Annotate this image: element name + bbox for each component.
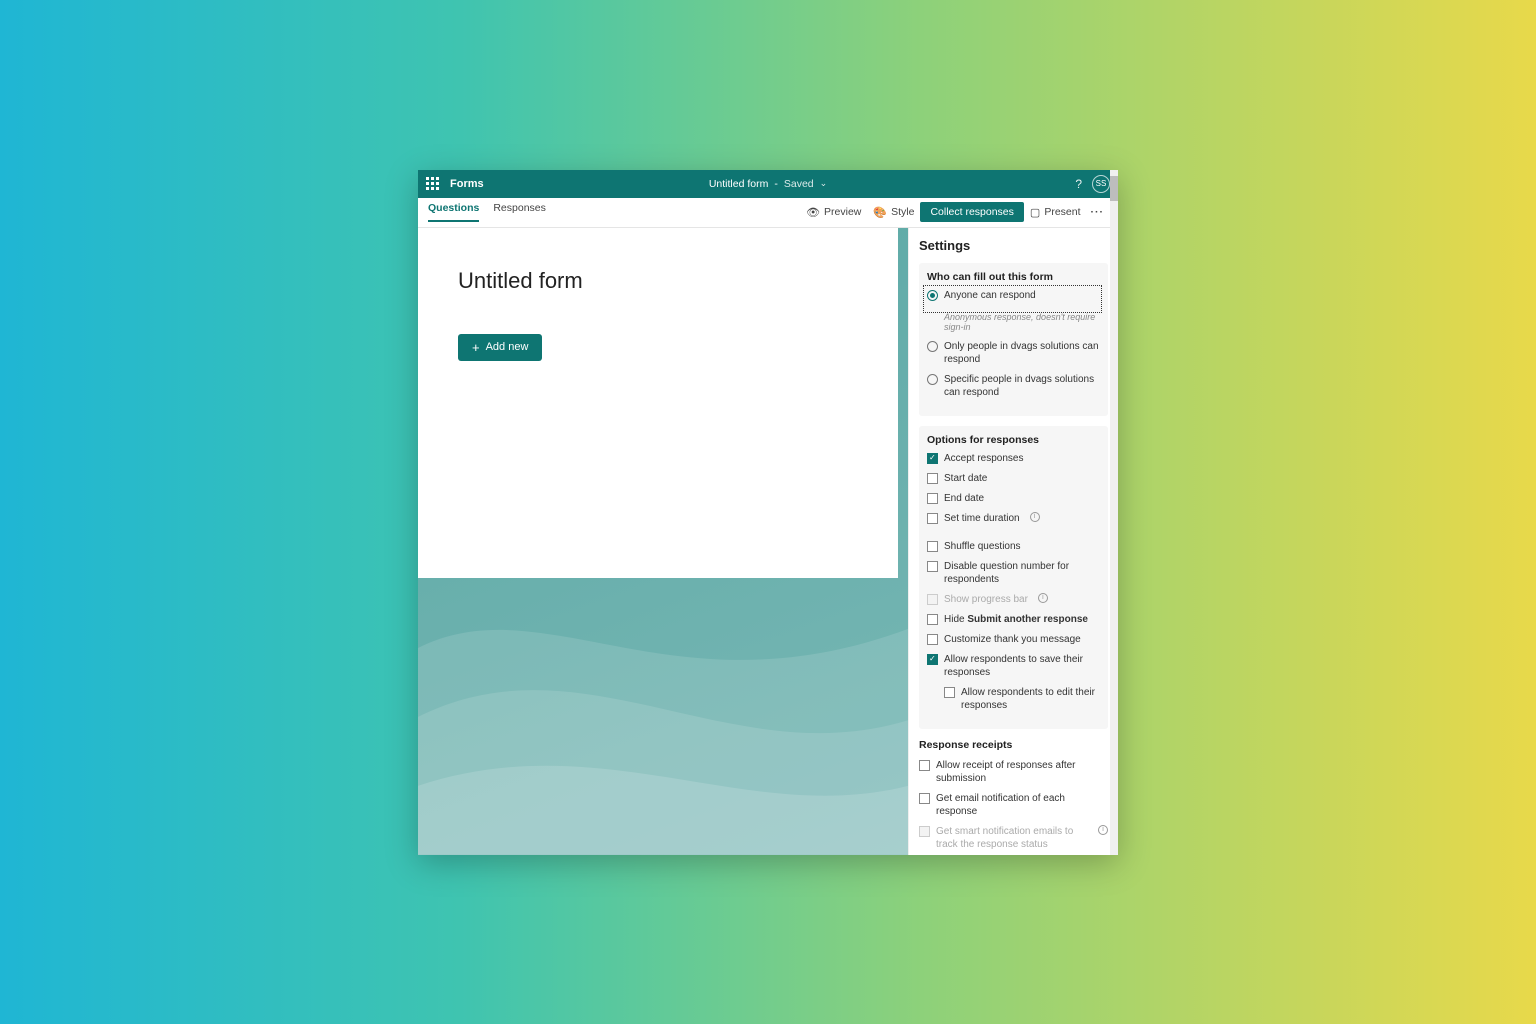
doc-title-group[interactable]: Untitled form - Saved ⌄ — [709, 178, 827, 190]
checkbox-icon — [927, 594, 938, 605]
check-duration[interactable]: Set time duration i — [927, 512, 1100, 525]
radio-icon — [927, 374, 938, 385]
checkbox-icon — [927, 453, 938, 464]
preview-button[interactable]: 👁 Preview — [800, 203, 867, 222]
save-status: Saved — [784, 178, 814, 190]
main-content: Untitled form + Add new Settings Who can… — [418, 228, 1118, 855]
who-panel: Who can fill out this form Anyone can re… — [919, 263, 1108, 416]
tab-responses[interactable]: Responses — [493, 202, 546, 222]
tab-group: Questions Responses — [428, 202, 546, 222]
titlebar: Forms Untitled form - Saved ⌄ ? SS — [418, 170, 1118, 198]
checkbox-icon — [927, 614, 938, 625]
check-progress-bar[interactable]: Show progress bar i — [927, 593, 1100, 606]
check-thankyou[interactable]: Customize thank you message — [927, 633, 1100, 646]
settings-title: Settings — [919, 238, 1108, 253]
app-name[interactable]: Forms — [450, 178, 484, 190]
more-button[interactable]: ··· — [1087, 206, 1109, 218]
check-shuffle[interactable]: Shuffle questions — [927, 540, 1100, 553]
check-allow-save[interactable]: Allow respondents to save their response… — [927, 653, 1100, 679]
checkbox-icon — [919, 826, 930, 837]
chevron-down-icon: ⌄ — [820, 178, 828, 189]
checkbox-icon — [919, 793, 930, 804]
anyone-note: Anonymous response, doesn't require sign… — [944, 312, 1100, 332]
checkbox-icon — [927, 634, 938, 645]
check-receipt-email[interactable]: Get email notification of each response — [919, 792, 1108, 818]
who-title: Who can fill out this form — [927, 271, 1100, 283]
form-title[interactable]: Untitled form — [458, 268, 868, 294]
options-panel: Options for responses Accept responses S… — [919, 426, 1108, 729]
add-new-button[interactable]: + Add new — [458, 334, 542, 361]
app-window: Forms Untitled form - Saved ⌄ ? SS Quest… — [418, 170, 1118, 855]
check-hide-submit[interactable]: Hide Submit another response — [927, 613, 1100, 626]
check-allow-edit[interactable]: Allow respondents to edit their response… — [944, 686, 1100, 712]
checkbox-icon — [927, 654, 938, 665]
scrollbar-thumb[interactable] — [1110, 176, 1118, 201]
radio-anyone-wrap: Anyone can respond — [925, 287, 1100, 311]
help-icon[interactable]: ? — [1075, 177, 1082, 191]
options-title: Options for responses — [927, 434, 1100, 446]
tab-questions[interactable]: Questions — [428, 202, 479, 222]
present-button[interactable]: ▢ Present — [1024, 203, 1087, 222]
palette-icon: 🎨 — [873, 206, 887, 219]
present-icon: ▢ — [1030, 206, 1040, 219]
info-icon[interactable]: i — [1038, 593, 1048, 603]
scrollbar-track[interactable] — [1110, 170, 1118, 855]
doc-name: Untitled form — [709, 178, 769, 190]
check-receipt-smart: Get smart notification emails to track t… — [919, 825, 1108, 851]
settings-panel: Settings Who can fill out this form Anyo… — [908, 228, 1118, 855]
check-receipt-allow[interactable]: Allow receipt of responses after submiss… — [919, 759, 1108, 785]
checkbox-icon — [919, 760, 930, 771]
form-canvas: Untitled form + Add new — [418, 228, 908, 855]
check-accept[interactable]: Accept responses — [927, 452, 1100, 465]
info-icon[interactable]: i — [1098, 825, 1108, 835]
radio-org-only[interactable]: Only people in dvags solutions can respo… — [927, 340, 1100, 366]
toolbar: Questions Responses 👁 Preview 🎨 Style Co… — [418, 198, 1118, 228]
checkbox-icon — [944, 687, 955, 698]
info-icon[interactable]: i — [1030, 512, 1040, 522]
checkbox-icon — [927, 513, 938, 524]
app-launcher-icon[interactable] — [426, 177, 440, 191]
checkbox-icon — [927, 561, 938, 572]
check-start-date[interactable]: Start date — [927, 472, 1100, 485]
check-disable-number[interactable]: Disable question number for respondents — [927, 560, 1100, 586]
check-end-date[interactable]: End date — [927, 492, 1100, 505]
avatar[interactable]: SS — [1092, 175, 1110, 193]
form-card: Untitled form + Add new — [418, 228, 898, 578]
receipts-title: Response receipts — [919, 739, 1108, 751]
checkbox-icon — [927, 493, 938, 504]
plus-icon: + — [472, 341, 480, 354]
radio-icon — [927, 341, 938, 352]
eye-icon: 👁 — [806, 206, 820, 219]
radio-specific[interactable]: Specific people in dvags solutions can r… — [927, 373, 1100, 399]
radio-icon — [927, 290, 938, 301]
checkbox-icon — [927, 473, 938, 484]
collect-responses-button[interactable]: Collect responses — [920, 202, 1023, 222]
radio-anyone[interactable]: Anyone can respond — [927, 289, 1098, 302]
style-button[interactable]: 🎨 Style — [867, 203, 920, 222]
checkbox-icon — [927, 541, 938, 552]
